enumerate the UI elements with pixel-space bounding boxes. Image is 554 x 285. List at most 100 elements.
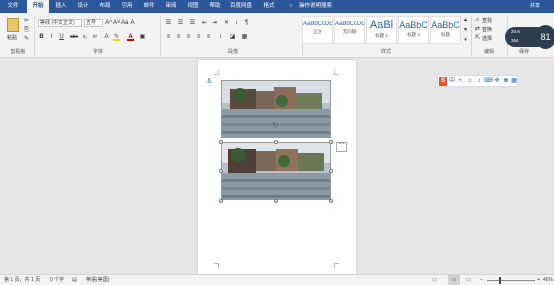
italic-button[interactable]: I [48, 33, 55, 41]
tab-references[interactable]: 引用 [116, 0, 138, 13]
subscript-button[interactable]: x₂ [81, 33, 89, 41]
style-heading-2[interactable]: AaBbC 标题 2 [398, 16, 429, 44]
replace-button[interactable]: 替换 [482, 26, 492, 33]
align-right-icon[interactable]: ≡ [185, 33, 192, 41]
resize-handle[interactable] [329, 169, 333, 173]
page-count[interactable]: 第 1 页，共 1 页 [4, 275, 40, 285]
font-color-button[interactable]: A [127, 33, 134, 41]
style-title[interactable]: AaBbC 标题 [430, 16, 461, 44]
tab-review[interactable]: 审阅 [160, 0, 182, 13]
borders-icon[interactable]: ▦ [241, 33, 248, 41]
zoom-slider-thumb[interactable] [499, 277, 501, 284]
paste-icon[interactable] [7, 18, 19, 32]
increase-indent-icon[interactable]: ⇥ [211, 19, 218, 27]
tab-file[interactable]: 文件 [2, 0, 24, 13]
cut-icon[interactable]: ✂ [23, 17, 30, 25]
tell-me-search[interactable]: 操作说明搜索 [299, 0, 332, 13]
find-icon[interactable]: ⌕ [474, 16, 481, 24]
numbering-icon[interactable]: ☰ [177, 19, 184, 27]
picture-2[interactable] [221, 142, 331, 200]
character-border-icon[interactable]: ▣ [139, 33, 146, 41]
shrink-font-button[interactable]: A˅ [113, 19, 121, 27]
zoom-slider[interactable] [487, 280, 535, 281]
rotate-handle-icon[interactable]: ↻ [272, 121, 279, 130]
text-effects-icon[interactable]: A [103, 33, 110, 41]
sort-icon[interactable]: ↕ [233, 19, 240, 27]
clear-format-button[interactable]: A [129, 19, 136, 27]
emoji-icon[interactable]: ☺ [466, 77, 474, 86]
layout-options-button[interactable]: ⌒ [336, 142, 347, 152]
style-normal[interactable]: AaBbCcDc 正文 [302, 16, 333, 44]
justify-icon[interactable]: ≡ [195, 33, 202, 41]
sogou-logo-icon[interactable]: S [439, 77, 447, 86]
memory-usage-badge[interactable]: 81 [535, 25, 554, 49]
styles-scroll-up-icon[interactable]: ▲ [462, 16, 469, 24]
bullets-icon[interactable]: ☰ [165, 19, 172, 27]
read-mode-icon[interactable]: ▭ [432, 275, 437, 285]
tab-insert[interactable]: 插入 [50, 0, 72, 13]
select-button[interactable]: 选择 [482, 35, 492, 42]
resize-handle[interactable] [329, 140, 333, 144]
language-toggle-icon[interactable]: 中 [448, 77, 456, 86]
decrease-indent-icon[interactable]: ⇤ [201, 19, 208, 27]
style-sample: AaBbCcDc [335, 21, 364, 27]
resize-handle[interactable] [219, 169, 223, 173]
align-left-icon[interactable]: ≡ [165, 33, 172, 41]
microphone-icon[interactable]: ♪ [475, 77, 483, 86]
resize-handle[interactable] [219, 140, 223, 144]
keyboard-icon[interactable]: ⌨ [484, 77, 493, 86]
word-count[interactable]: 0 个字 [50, 275, 64, 285]
proofing-icon[interactable]: ▤ [72, 275, 77, 285]
select-icon[interactable]: ⇱ [474, 34, 481, 42]
font-size-select[interactable]: 五号 [84, 19, 103, 27]
anchor-icon[interactable]: ⚓ [206, 77, 212, 85]
styles-more-icon[interactable]: ▾ [462, 36, 469, 44]
zoom-level[interactable]: 46% [543, 275, 553, 285]
line-spacing-icon[interactable]: ↕ [217, 33, 224, 41]
distributed-icon[interactable]: ≡ [205, 33, 212, 41]
strikethrough-button[interactable]: abc [69, 33, 79, 41]
grid-menu-icon[interactable]: ▦ [510, 77, 518, 86]
shading-icon[interactable]: ◪ [229, 33, 236, 41]
punctuation-icon[interactable]: •, [457, 77, 465, 86]
multilevel-list-icon[interactable]: ☰ [189, 19, 196, 27]
copy-icon[interactable]: ⎘ [23, 26, 30, 34]
zoom-out-icon[interactable]: − [480, 275, 483, 285]
tab-mailings[interactable]: 邮件 [138, 0, 160, 13]
grow-font-button[interactable]: A^ [105, 19, 112, 27]
resize-handle[interactable] [274, 199, 278, 203]
web-layout-icon[interactable]: ▭ [466, 275, 471, 285]
chinese-layout-icon[interactable]: ✕ [223, 19, 230, 27]
resize-handle[interactable] [274, 140, 278, 144]
underline-button[interactable]: U [58, 33, 65, 41]
zoom-in-icon[interactable]: + [537, 275, 540, 285]
skin-icon[interactable]: ♚ [502, 77, 510, 86]
font-name-select[interactable]: 等线 (中文正文) [38, 19, 82, 27]
superscript-button[interactable]: x² [91, 33, 99, 41]
style-heading-1[interactable]: AaBl 标题 1 [366, 16, 397, 44]
resize-handle[interactable] [219, 199, 223, 203]
tab-format[interactable]: 格式 [258, 0, 280, 13]
tab-design[interactable]: 设计 [72, 0, 94, 13]
tab-layout[interactable]: 布局 [94, 0, 116, 13]
align-center-icon[interactable]: ≡ [175, 33, 182, 41]
share-button[interactable]: 共享 [530, 0, 540, 13]
format-painter-icon[interactable]: ✎ [23, 35, 30, 43]
bold-button[interactable]: B [38, 33, 45, 41]
tab-view[interactable]: 视图 [182, 0, 204, 13]
paste-button[interactable]: 粘贴 [7, 34, 17, 41]
find-button[interactable]: 查找 [482, 17, 492, 24]
tab-baidu-netdisk[interactable]: 百度网盘 [226, 0, 256, 13]
show-marks-icon[interactable]: ¶ [243, 19, 250, 27]
tab-help[interactable]: 帮助 [204, 0, 226, 13]
replace-icon[interactable]: ⇄ [474, 25, 481, 33]
style-no-spacing[interactable]: AaBbCcDc 无间隔 [334, 16, 365, 44]
change-case-button[interactable]: Aa [121, 19, 128, 27]
toolbox-icon[interactable]: ✜ [493, 77, 501, 86]
print-layout-icon[interactable]: ▭ [448, 275, 460, 285]
highlight-icon[interactable]: ✎ [113, 33, 120, 41]
resize-handle[interactable] [329, 199, 333, 203]
styles-scroll-down-icon[interactable]: ▼ [462, 26, 469, 34]
tab-home[interactable]: 开始 [27, 0, 49, 13]
language-status[interactable]: 英语(美国) [86, 275, 109, 285]
